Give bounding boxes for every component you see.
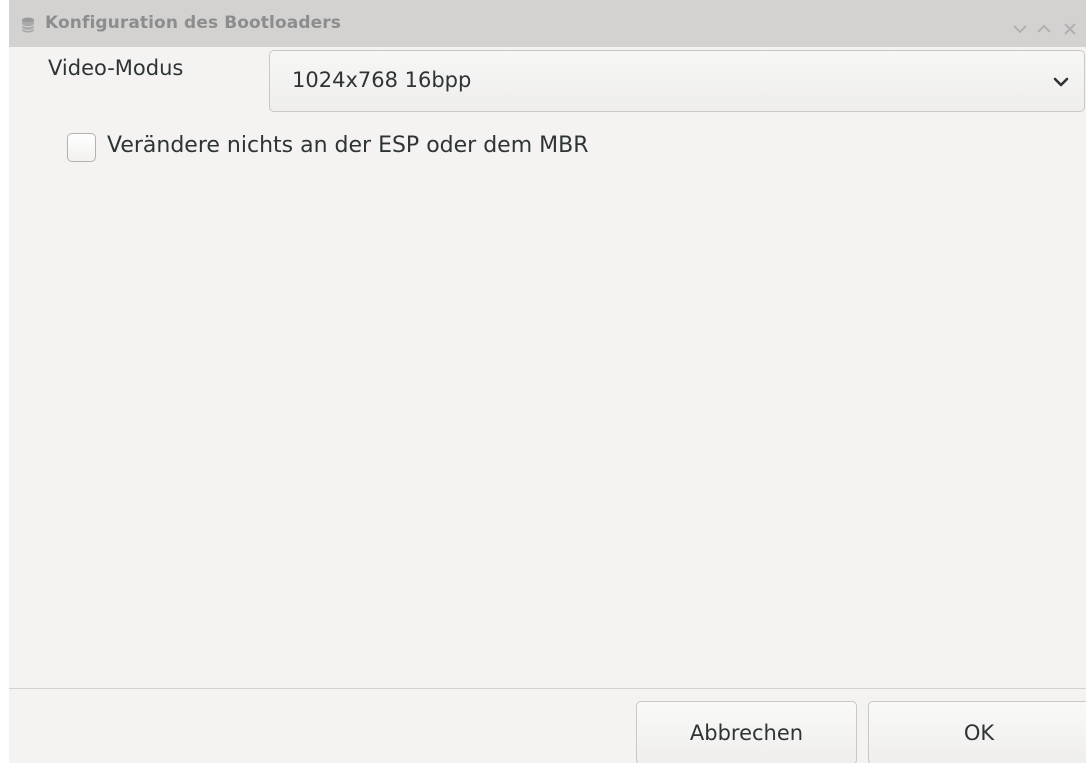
button-separator [9,688,1086,689]
window-title: Konfiguration des Bootloaders [45,13,341,33]
cancel-button[interactable]: Abbrechen [636,701,857,763]
chevron-up-icon[interactable] [1034,19,1054,39]
close-icon[interactable] [1060,19,1080,39]
title-bar[interactable]: Konfiguration des Bootloaders [9,0,1086,47]
chevron-down-icon[interactable] [1010,19,1030,39]
window-controls [1008,19,1086,39]
video-mode-label: Video-Modus [48,56,184,80]
ok-button[interactable]: OK [868,701,1086,763]
video-mode-value: 1024x768 16bpp [292,68,472,92]
chevron-down-icon [1053,77,1069,87]
esp-mbr-checkbox-label[interactable]: Verändere nichts an der ESP oder dem MBR [107,133,588,158]
bootloader-config-window: Konfiguration des Bootloaders Video-Modu… [9,0,1086,763]
database-icon [21,17,35,33]
video-mode-dropdown[interactable]: 1024x768 16bpp [269,50,1085,112]
esp-mbr-checkbox[interactable] [67,133,96,162]
